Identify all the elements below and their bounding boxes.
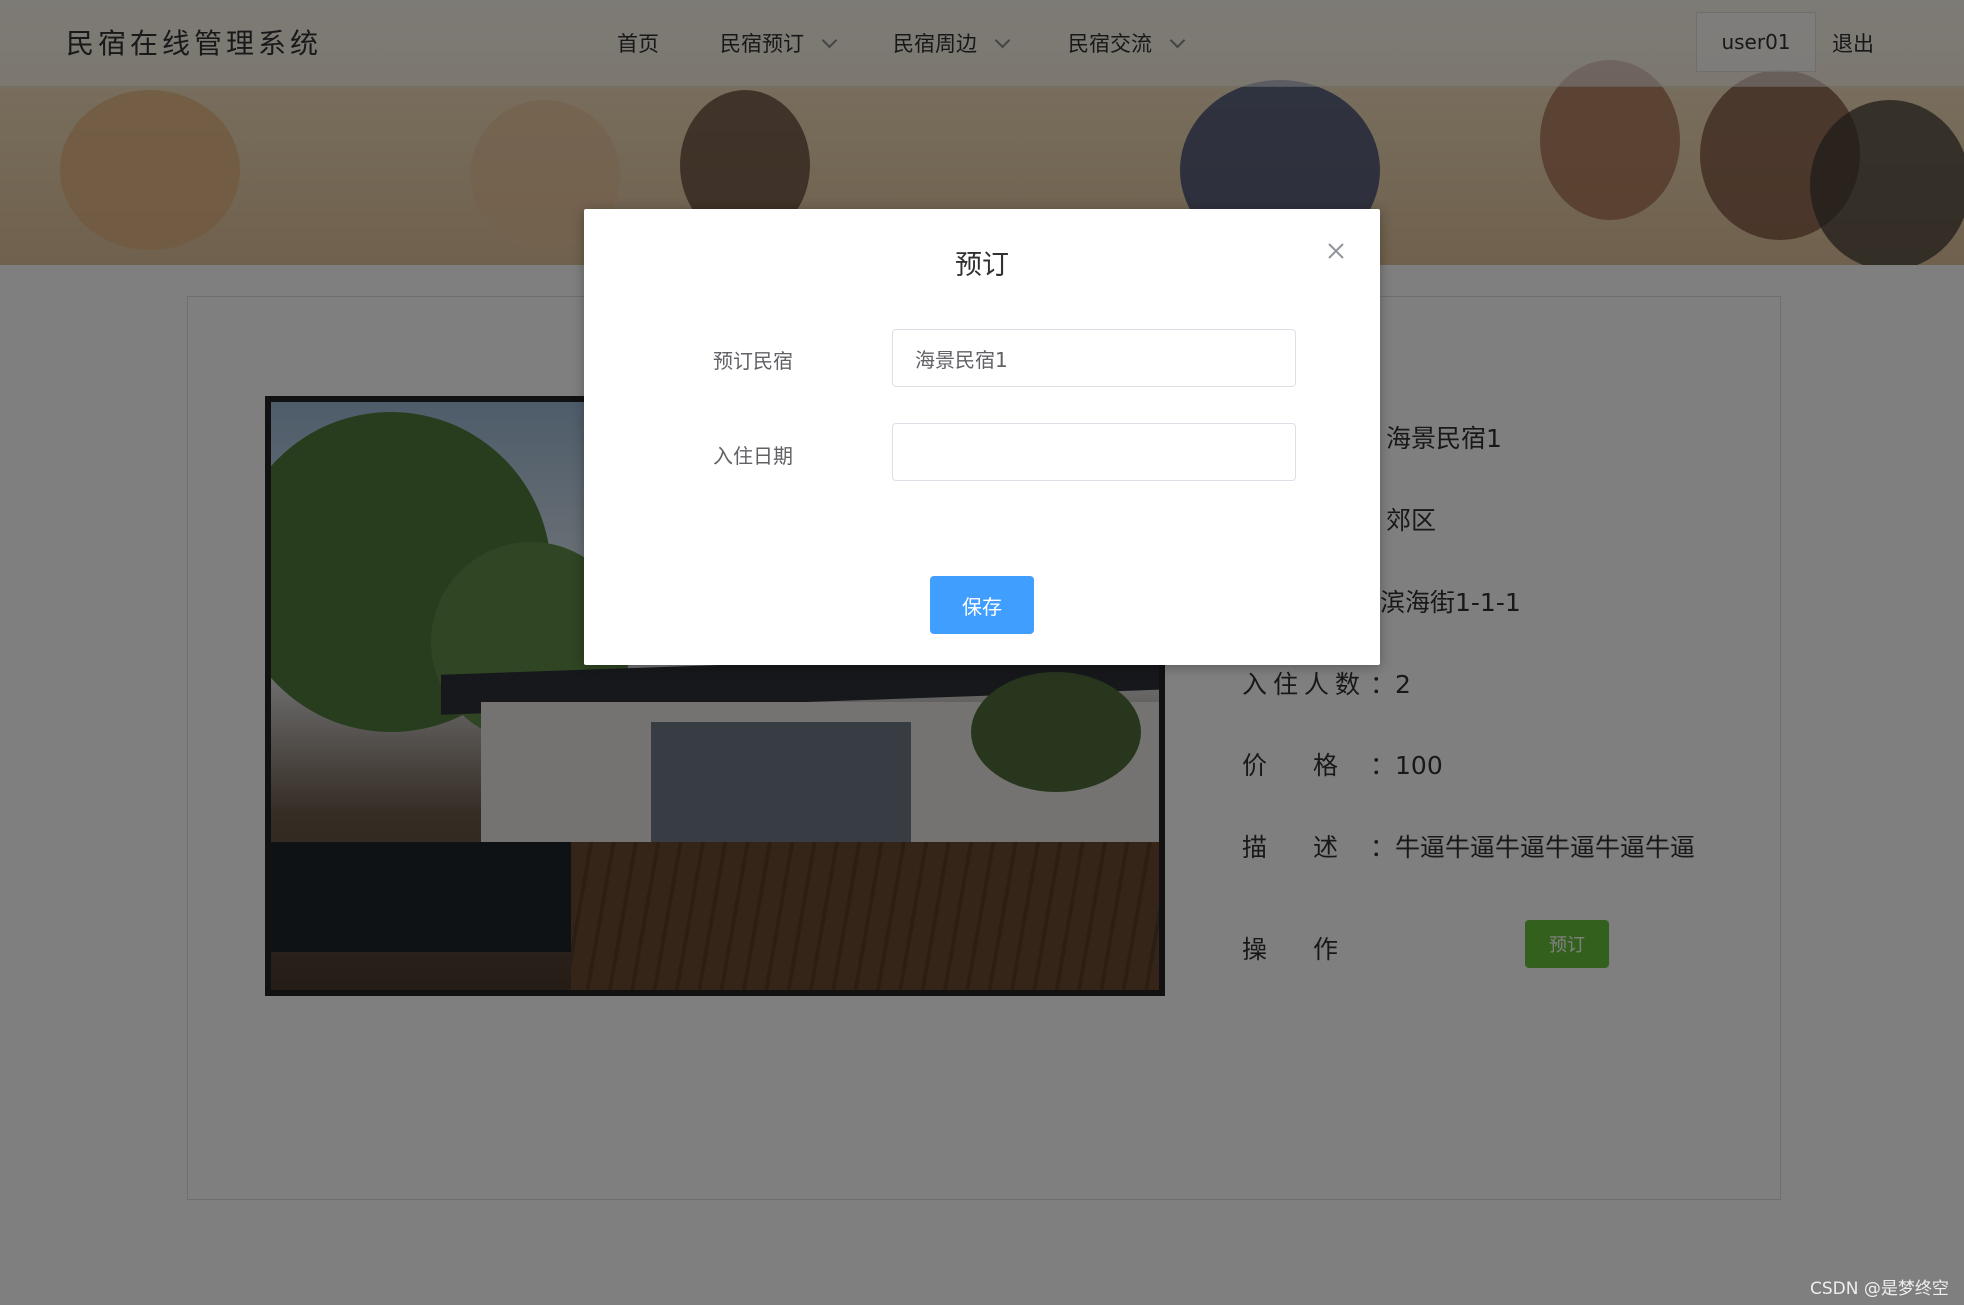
dialog-title: 预订 [955,250,1009,281]
homestay-field-label: 预订民宿 [713,349,793,373]
watermark: CSDN @是梦终空 [1810,1279,1949,1299]
homestay-field[interactable] [892,329,1296,387]
close-icon[interactable] [1324,239,1348,263]
save-button[interactable]: 保存 [930,576,1034,634]
checkin-date-field[interactable] [892,423,1296,481]
checkin-date-label: 入住日期 [713,444,793,468]
booking-dialog: 预订 预订民宿 入住日期 保存 [584,209,1380,665]
